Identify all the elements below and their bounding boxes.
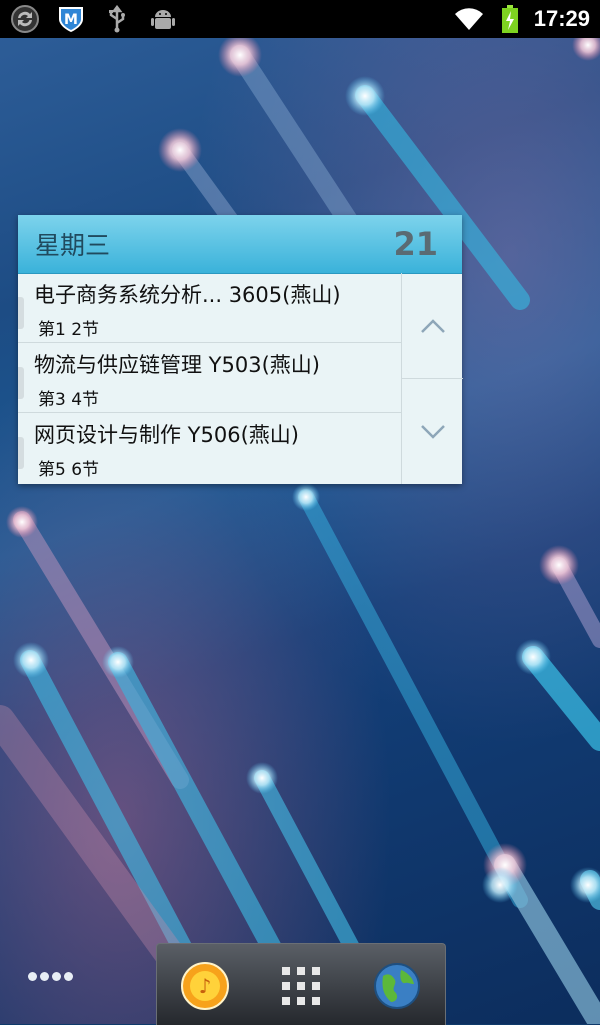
list-item[interactable]: 网页设计与制作 Y506(燕山) 第5 6节 <box>18 413 401 483</box>
battery-charging-icon <box>500 2 520 36</box>
course-period: 第3 4节 <box>38 390 100 410</box>
course-period: 第1 2节 <box>38 320 100 340</box>
weekday-label: 星期三 <box>35 231 111 260</box>
chevron-up-icon <box>420 318 445 333</box>
course-title: 网页设计与制作 Y506(燕山) <box>34 423 299 447</box>
course-list: 电子商务系统分析... 3605(燕山) 第1 2节 物流与供应链管理 Y503… <box>18 273 401 484</box>
list-item[interactable]: 物流与供应链管理 Y503(燕山) 第3 4节 <box>18 343 401 413</box>
course-title: 物流与供应链管理 Y503(燕山) <box>34 353 320 377</box>
wallpaper <box>0 0 600 1024</box>
dock: ♪ <box>156 943 446 1025</box>
scroll-down-button[interactable] <box>402 379 463 484</box>
status-bar: M 17:29 <box>0 0 600 38</box>
svg-text:M: M <box>64 12 78 28</box>
page-dot <box>28 972 37 981</box>
app-drawer-icon[interactable] <box>275 960 327 1012</box>
svg-text:♪: ♪ <box>199 974 212 998</box>
page-indicator[interactable] <box>28 972 73 981</box>
music-app-icon[interactable]: ♪ <box>179 960 231 1012</box>
mcafee-shield-icon: M <box>54 2 88 36</box>
course-title: 电子商务系统分析... 3605(燕山) <box>34 283 341 307</box>
schedule-widget[interactable]: 星期三 21 电子商务系统分析... 3605(燕山) 第1 2节 物流与供应链… <box>18 215 463 484</box>
sync-icon <box>8 2 42 36</box>
usb-icon <box>100 2 134 36</box>
page-dot <box>40 972 49 981</box>
page-dot <box>64 972 73 981</box>
scroll-up-button[interactable] <box>402 273 463 379</box>
item-marker <box>18 367 24 399</box>
course-period: 第5 6节 <box>38 460 100 480</box>
date-label: 21 <box>393 225 438 263</box>
page-dot <box>52 972 61 981</box>
clock: 17:29 <box>533 6 590 31</box>
scroll-controls <box>401 273 463 484</box>
browser-globe-icon[interactable] <box>371 960 423 1012</box>
list-item[interactable]: 电子商务系统分析... 3605(燕山) 第1 2节 <box>18 273 401 343</box>
android-debug-icon <box>146 2 180 36</box>
wifi-icon <box>452 2 486 36</box>
widget-header[interactable]: 星期三 21 <box>18 215 462 274</box>
item-marker <box>18 437 24 469</box>
chevron-down-icon <box>420 424 445 439</box>
item-marker <box>18 297 24 329</box>
